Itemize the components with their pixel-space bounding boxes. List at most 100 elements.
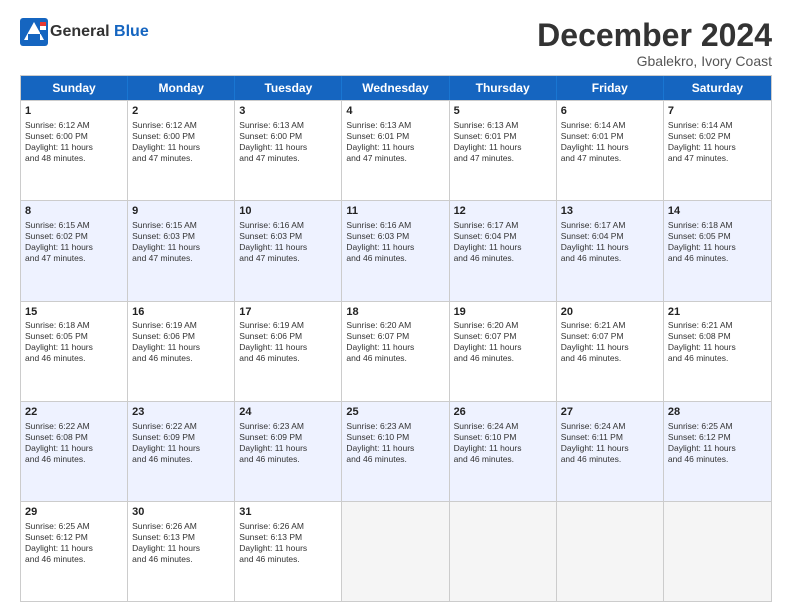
day-header-thursday: Thursday <box>450 76 557 100</box>
cell-info-text: Sunrise: 6:24 AM <box>561 421 659 432</box>
logo-blue: Blue <box>114 23 149 40</box>
cell-info-text: Daylight: 11 hours <box>239 142 337 153</box>
cell-info-text: Sunset: 6:07 PM <box>346 331 444 342</box>
cell-info-text: Daylight: 11 hours <box>239 242 337 253</box>
calendar-week-4: 22Sunrise: 6:22 AMSunset: 6:08 PMDayligh… <box>21 401 771 501</box>
calendar-cell-empty <box>557 502 664 601</box>
cell-info-text: and 46 minutes. <box>239 554 337 565</box>
calendar-cell-day-16: 16Sunrise: 6:19 AMSunset: 6:06 PMDayligh… <box>128 302 235 401</box>
cell-info-text: Sunrise: 6:12 AM <box>132 120 230 131</box>
cell-info-text: and 47 minutes. <box>239 253 337 264</box>
cell-info-text: Sunrise: 6:21 AM <box>561 320 659 331</box>
cell-info-text: and 46 minutes. <box>346 353 444 364</box>
cell-info-text: and 47 minutes. <box>132 153 230 164</box>
cell-info-text: Daylight: 11 hours <box>25 543 123 554</box>
calendar-cell-day-6: 6Sunrise: 6:14 AMSunset: 6:01 PMDaylight… <box>557 101 664 200</box>
cell-info-text: Daylight: 11 hours <box>346 242 444 253</box>
cell-info-text: Sunrise: 6:25 AM <box>668 421 767 432</box>
calendar-body: 1Sunrise: 6:12 AMSunset: 6:00 PMDaylight… <box>21 100 771 601</box>
cell-info-text: Sunset: 6:05 PM <box>25 331 123 342</box>
cell-info-text: and 46 minutes. <box>239 353 337 364</box>
cell-info-text: Sunrise: 6:18 AM <box>25 320 123 331</box>
cell-info-text: Sunset: 6:12 PM <box>668 432 767 443</box>
calendar-cell-day-2: 2Sunrise: 6:12 AMSunset: 6:00 PMDaylight… <box>128 101 235 200</box>
day-number: 30 <box>132 505 230 520</box>
cell-info-text: and 46 minutes. <box>561 353 659 364</box>
calendar-cell-day-11: 11Sunrise: 6:16 AMSunset: 6:03 PMDayligh… <box>342 201 449 300</box>
cell-info-text: Sunset: 6:11 PM <box>561 432 659 443</box>
cell-info-text: and 46 minutes. <box>668 353 767 364</box>
cell-info-text: and 46 minutes. <box>132 353 230 364</box>
cell-info-text: Daylight: 11 hours <box>25 142 123 153</box>
cell-info-text: Daylight: 11 hours <box>25 443 123 454</box>
day-number: 14 <box>668 204 767 219</box>
cell-info-text: Daylight: 11 hours <box>132 342 230 353</box>
logo-icon <box>20 18 48 46</box>
cell-info-text: Sunrise: 6:15 AM <box>25 220 123 231</box>
calendar-cell-day-8: 8Sunrise: 6:15 AMSunset: 6:02 PMDaylight… <box>21 201 128 300</box>
cell-info-text: Daylight: 11 hours <box>561 242 659 253</box>
day-header-friday: Friday <box>557 76 664 100</box>
day-header-tuesday: Tuesday <box>235 76 342 100</box>
calendar-cell-day-10: 10Sunrise: 6:16 AMSunset: 6:03 PMDayligh… <box>235 201 342 300</box>
cell-info-text: Sunset: 6:01 PM <box>346 131 444 142</box>
cell-info-text: Sunrise: 6:17 AM <box>454 220 552 231</box>
day-number: 23 <box>132 405 230 420</box>
cell-info-text: Sunset: 6:10 PM <box>454 432 552 443</box>
calendar-week-5: 29Sunrise: 6:25 AMSunset: 6:12 PMDayligh… <box>21 501 771 601</box>
calendar-cell-day-30: 30Sunrise: 6:26 AMSunset: 6:13 PMDayligh… <box>128 502 235 601</box>
cell-info-text: Sunset: 6:03 PM <box>239 231 337 242</box>
cell-info-text: Sunset: 6:03 PM <box>132 231 230 242</box>
cell-info-text: and 46 minutes. <box>561 253 659 264</box>
day-number: 16 <box>132 305 230 320</box>
cell-info-text: Daylight: 11 hours <box>346 142 444 153</box>
cell-info-text: Sunset: 6:03 PM <box>346 231 444 242</box>
cell-info-text: Sunset: 6:06 PM <box>132 331 230 342</box>
cell-info-text: and 46 minutes. <box>668 253 767 264</box>
cell-info-text: Sunrise: 6:23 AM <box>239 421 337 432</box>
cell-info-text: Sunrise: 6:12 AM <box>25 120 123 131</box>
day-number: 17 <box>239 305 337 320</box>
cell-info-text: Sunrise: 6:19 AM <box>132 320 230 331</box>
cell-info-text: Sunrise: 6:16 AM <box>346 220 444 231</box>
cell-info-text: and 47 minutes. <box>346 153 444 164</box>
calendar-week-3: 15Sunrise: 6:18 AMSunset: 6:05 PMDayligh… <box>21 301 771 401</box>
cell-info-text: Sunset: 6:04 PM <box>454 231 552 242</box>
cell-info-text: Sunset: 6:07 PM <box>561 331 659 342</box>
cell-info-text: Sunrise: 6:24 AM <box>454 421 552 432</box>
calendar-header: SundayMondayTuesdayWednesdayThursdayFrid… <box>21 76 771 100</box>
cell-info-text: Daylight: 11 hours <box>25 242 123 253</box>
day-number: 9 <box>132 204 230 219</box>
cell-info-text: Sunset: 6:09 PM <box>239 432 337 443</box>
cell-info-text: and 46 minutes. <box>454 353 552 364</box>
cell-info-text: Sunset: 6:02 PM <box>668 131 767 142</box>
day-number: 18 <box>346 305 444 320</box>
cell-info-text: Daylight: 11 hours <box>668 242 767 253</box>
cell-info-text: Sunrise: 6:26 AM <box>132 521 230 532</box>
cell-info-text: Daylight: 11 hours <box>239 543 337 554</box>
day-number: 22 <box>25 405 123 420</box>
calendar-cell-day-23: 23Sunrise: 6:22 AMSunset: 6:09 PMDayligh… <box>128 402 235 501</box>
calendar-cell-day-27: 27Sunrise: 6:24 AMSunset: 6:11 PMDayligh… <box>557 402 664 501</box>
cell-info-text: Sunset: 6:05 PM <box>668 231 767 242</box>
calendar-cell-day-14: 14Sunrise: 6:18 AMSunset: 6:05 PMDayligh… <box>664 201 771 300</box>
logo: General Blue <box>20 18 149 46</box>
cell-info-text: Daylight: 11 hours <box>132 242 230 253</box>
month-title: December 2024 <box>537 18 772 53</box>
cell-info-text: Sunset: 6:01 PM <box>454 131 552 142</box>
calendar-cell-day-21: 21Sunrise: 6:21 AMSunset: 6:08 PMDayligh… <box>664 302 771 401</box>
cell-info-text: and 46 minutes. <box>25 554 123 565</box>
cell-info-text: Sunrise: 6:26 AM <box>239 521 337 532</box>
cell-info-text: Sunrise: 6:13 AM <box>454 120 552 131</box>
cell-info-text: Sunset: 6:00 PM <box>132 131 230 142</box>
cell-info-text: Sunset: 6:00 PM <box>239 131 337 142</box>
cell-info-text: Sunrise: 6:19 AM <box>239 320 337 331</box>
cell-info-text: Sunrise: 6:22 AM <box>25 421 123 432</box>
cell-info-text: Sunset: 6:07 PM <box>454 331 552 342</box>
cell-info-text: Sunset: 6:01 PM <box>561 131 659 142</box>
cell-info-text: Sunrise: 6:17 AM <box>561 220 659 231</box>
cell-info-text: and 47 minutes. <box>239 153 337 164</box>
calendar-cell-day-31: 31Sunrise: 6:26 AMSunset: 6:13 PMDayligh… <box>235 502 342 601</box>
cell-info-text: and 47 minutes. <box>132 253 230 264</box>
calendar-cell-empty <box>450 502 557 601</box>
